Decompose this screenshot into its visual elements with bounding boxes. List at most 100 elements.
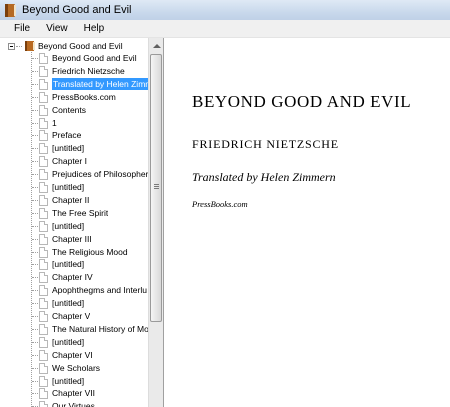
page-icon xyxy=(39,375,48,387)
tree-item-label: 1 xyxy=(52,117,57,128)
tree-item-label: Prejudices of Philosopher xyxy=(52,169,148,180)
page-icon xyxy=(39,323,48,335)
tree-item-label: Friedrich Nietzsche xyxy=(52,65,125,76)
scroll-thumb[interactable] xyxy=(150,54,162,322)
tree-item-label: The Religious Mood xyxy=(52,246,128,257)
tree-item-label: Chapter V xyxy=(52,311,91,321)
page-icon xyxy=(39,388,48,400)
tree-item[interactable]: Translated by Helen Zimm xyxy=(0,77,148,90)
tree-item[interactable]: Beyond Good and Evil xyxy=(0,52,148,64)
page-icon xyxy=(39,272,48,284)
book-title: BEYOND GOOD AND EVIL xyxy=(192,92,412,111)
page-icon xyxy=(39,182,48,193)
tree-item-label: [untitled] xyxy=(52,220,85,231)
tree-item[interactable]: We Scholars xyxy=(0,362,148,374)
book-translator: Translated by Helen Zimmern xyxy=(192,170,336,184)
tree-item-label: [untitled] xyxy=(52,336,85,347)
book-author: FRIEDRICH NIETZSCHE xyxy=(192,137,339,151)
book-icon xyxy=(25,41,35,51)
tree-item-label: Translated by Helen Zimm xyxy=(52,77,148,90)
tree-item-label: Apophthegms and Interlu xyxy=(52,285,147,296)
page-icon xyxy=(39,117,48,129)
page-icon xyxy=(39,169,48,181)
tree-item[interactable]: Prejudices of Philosopher xyxy=(0,168,148,181)
title-bar: Beyond Good and Evil xyxy=(0,0,450,20)
tree-root[interactable]: Beyond Good and Evil xyxy=(0,40,148,52)
page-icon xyxy=(39,259,48,271)
page-icon xyxy=(39,194,48,206)
page-icon xyxy=(39,298,48,310)
tree-item[interactable]: Our Virtues xyxy=(0,400,148,407)
tree-item[interactable]: [untitled] xyxy=(0,297,148,310)
page-icon xyxy=(39,104,48,116)
table-of-contents-tree[interactable]: Beyond Good and Evil Beyond Good and Evi… xyxy=(0,38,164,407)
page-icon xyxy=(39,156,48,168)
tree-item-label: We Scholars xyxy=(52,362,101,373)
tree-item[interactable]: Chapter V xyxy=(0,310,148,322)
tree-item-label: Chapter VI xyxy=(52,349,93,360)
scroll-up-arrow-icon[interactable] xyxy=(149,38,164,53)
page-icon xyxy=(39,233,48,245)
tree-item[interactable]: Chapter I xyxy=(0,155,148,168)
page-icon xyxy=(39,65,48,77)
tree-item[interactable]: Chapter III xyxy=(0,233,148,245)
menu-file[interactable]: File xyxy=(0,23,38,34)
tree-item-label: [untitled] xyxy=(52,143,85,154)
page-icon xyxy=(39,349,48,361)
tree-item[interactable]: [untitled] xyxy=(0,142,148,155)
tree-item[interactable]: Preface xyxy=(0,129,148,142)
tree-item-label: The Natural History of Mo xyxy=(52,323,148,334)
tree-item[interactable]: Chapter II xyxy=(0,194,148,206)
tree-item-label: Chapter IV xyxy=(52,272,93,283)
collapse-icon[interactable] xyxy=(8,43,15,50)
tree-item-label: [untitled] xyxy=(52,298,85,309)
page-icon xyxy=(39,336,48,348)
tree-item[interactable]: The Free Spirit xyxy=(0,207,148,219)
page-icon xyxy=(39,207,48,219)
tree-item[interactable]: The Natural History of Mo xyxy=(0,323,148,335)
page-icon xyxy=(39,143,48,155)
tree-item-label: [untitled] xyxy=(52,182,85,192)
page-icon xyxy=(39,362,48,374)
page-icon xyxy=(39,311,48,322)
tree-item[interactable]: 1 xyxy=(0,117,148,129)
book-content-pane: BEYOND GOOD AND EVIL FRIEDRICH NIETZSCHE… xyxy=(164,38,450,407)
tree-root-label: Beyond Good and Evil xyxy=(38,41,123,51)
menu-bar: File View Help xyxy=(0,20,450,38)
page-icon xyxy=(39,246,48,258)
tree-item[interactable]: Chapter IV xyxy=(0,271,148,284)
window-title: Beyond Good and Evil xyxy=(22,4,132,16)
tree-item[interactable]: Friedrich Nietzsche xyxy=(0,65,148,77)
menu-help[interactable]: Help xyxy=(76,23,113,34)
tree-item[interactable]: Chapter VI xyxy=(0,349,148,361)
page-icon xyxy=(39,285,48,297)
page-icon xyxy=(39,401,48,407)
tree-scrollbar[interactable] xyxy=(148,38,163,407)
tree-item-label: Preface xyxy=(52,130,82,141)
tree-item[interactable]: PressBooks.com xyxy=(0,91,148,103)
tree-item[interactable]: [untitled] xyxy=(0,258,148,271)
tree-item[interactable]: [untitled] xyxy=(0,220,148,232)
tree-item[interactable]: [untitled] xyxy=(0,336,148,348)
tree-item-label: Our Virtues xyxy=(52,401,95,407)
tree-item[interactable]: Chapter VII xyxy=(0,387,148,400)
tree-item-label: [untitled] xyxy=(52,375,85,386)
page-icon xyxy=(39,91,48,103)
tree-item-label: Chapter II xyxy=(52,194,90,205)
tree-item[interactable]: [untitled] xyxy=(0,375,148,387)
book-icon xyxy=(4,3,17,17)
tree-item[interactable]: Apophthegms and Interlu xyxy=(0,284,148,297)
tree-item-label: Beyond Good and Evil xyxy=(52,53,137,63)
tree-item-label: Contents xyxy=(52,104,87,115)
tree-item-label: Chapter I xyxy=(52,156,87,167)
menu-view[interactable]: View xyxy=(38,23,76,34)
tree-item-label: Chapter III xyxy=(52,233,92,244)
tree-item[interactable]: Contents xyxy=(0,104,148,116)
tree-item-label: [untitled] xyxy=(52,259,85,270)
tree-item[interactable]: [untitled] xyxy=(0,181,148,193)
tree-item-label: The Free Spirit xyxy=(52,207,109,218)
tree-item-label: Chapter VII xyxy=(52,388,95,399)
tree-item[interactable]: The Religious Mood xyxy=(0,246,148,258)
tree-item-label: PressBooks.com xyxy=(52,91,116,102)
page-icon xyxy=(39,78,48,90)
